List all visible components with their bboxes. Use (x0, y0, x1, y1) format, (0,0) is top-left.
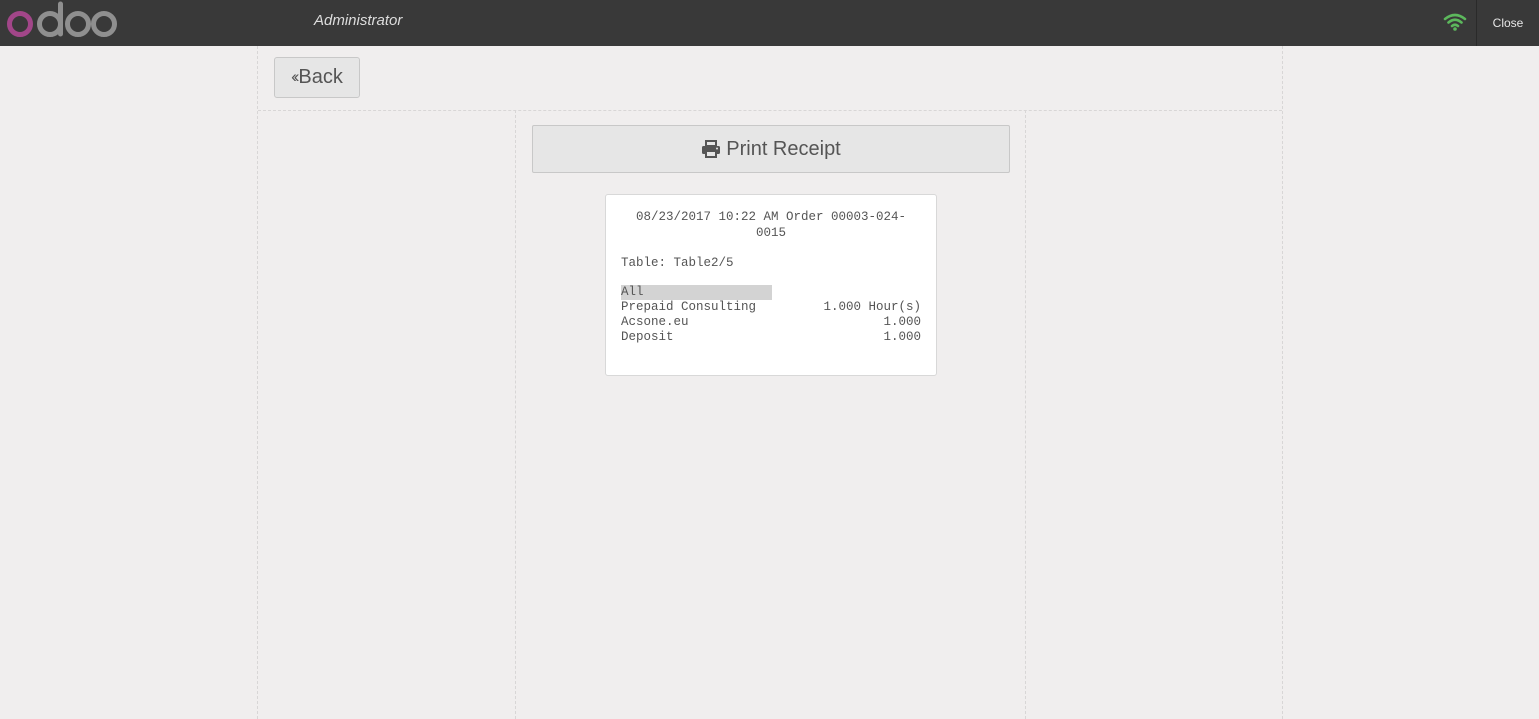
receipt-line-name: Prepaid Consulting (621, 300, 757, 314)
print-receipt-label: Print Receipt (726, 137, 841, 160)
receipt-screen: ‹‹ Back Print Receipt 08/23/2017 10:22 A… (257, 46, 1283, 719)
wifi-icon (1443, 13, 1467, 31)
receipt-line-qty: 1.000 (883, 315, 921, 329)
receipt-line-name: Deposit (621, 330, 674, 344)
receipt-line: Acsone.eu 1.000 (621, 315, 921, 330)
receipt-line-qty: 1.000 (883, 330, 921, 344)
receipt-header: 08/23/2017 10:22 AM Order 00003-024-0015 (635, 210, 907, 240)
top-bar: Administrator Close (0, 0, 1539, 46)
top-content: ‹‹ Back (258, 46, 1282, 111)
receipt-line-name: Acsone.eu (621, 315, 689, 329)
print-receipt-button[interactable]: Print Receipt (532, 125, 1010, 173)
receipt-table: Table: Table2/5 (621, 256, 734, 270)
receipt-line-qty: 1.000 Hour(s) (823, 300, 921, 314)
odoo-logo (7, 1, 117, 37)
back-label: Back (298, 66, 343, 88)
username: Administrator (314, 12, 403, 29)
receipt-category: All (621, 285, 772, 300)
back-button[interactable]: ‹‹ Back (274, 57, 360, 98)
double-chevron-left-icon: ‹‹ (291, 66, 300, 86)
receipt-line: Deposit 1.000 (621, 330, 921, 345)
receipt: 08/23/2017 10:22 AM Order 00003-024-0015… (605, 194, 937, 376)
receipt-line: Prepaid Consulting 1.000 Hour(s) (621, 300, 921, 315)
close-button[interactable]: Close (1476, 0, 1539, 46)
printer-icon (702, 140, 721, 158)
centered-content: Print Receipt 08/23/2017 10:22 AM Order … (515, 110, 1026, 719)
